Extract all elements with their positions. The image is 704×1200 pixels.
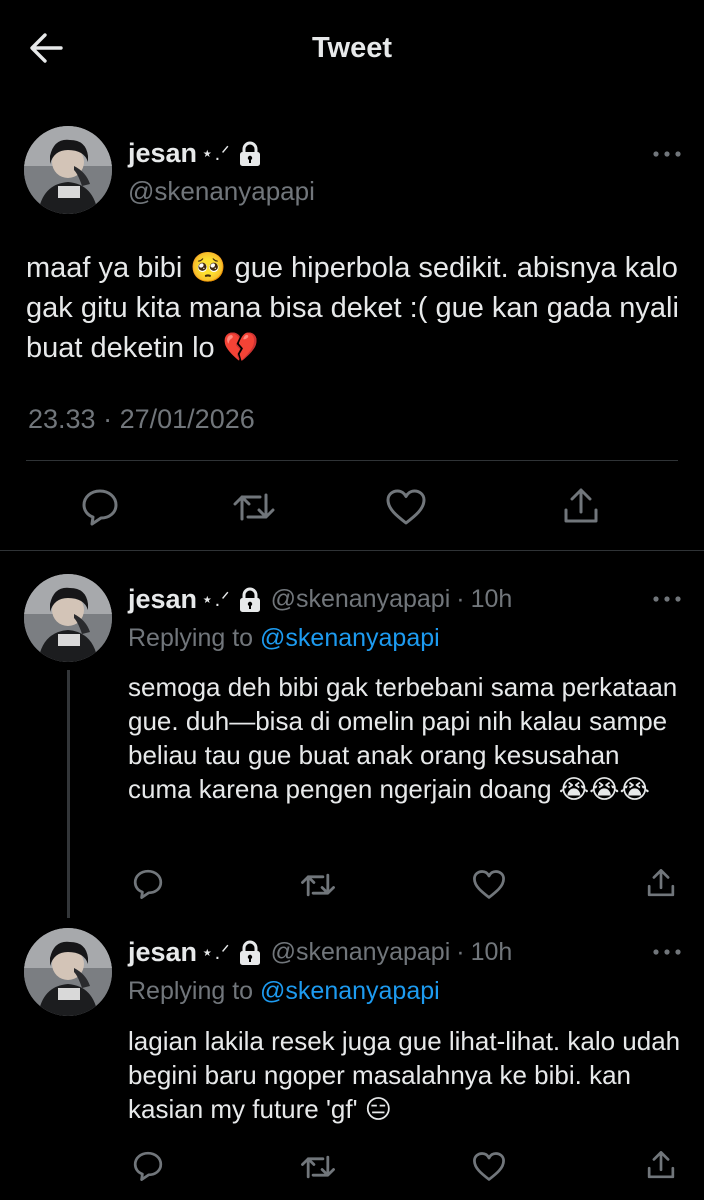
replying-mention[interactable]: @skenanyapapi bbox=[260, 624, 440, 652]
meta-separator: · bbox=[456, 938, 465, 966]
tweet-text: semoga deh bibi gak terbebani sama perka… bbox=[128, 672, 678, 804]
avatar-image bbox=[24, 928, 112, 1016]
more-horizontal-icon[interactable] bbox=[652, 947, 682, 957]
avatar-image bbox=[24, 574, 112, 662]
avatar[interactable] bbox=[24, 126, 112, 214]
page-title: Tweet bbox=[311, 32, 393, 64]
author-row: jesan ⋆.ᐟ @skenanyapapi · 10h bbox=[128, 584, 512, 615]
more-horizontal-icon[interactable] bbox=[652, 594, 682, 604]
thread-line bbox=[67, 670, 70, 918]
replying-to: Replying to @skenanyapapi bbox=[128, 977, 440, 1006]
author-display-name[interactable]: jesan bbox=[128, 937, 197, 968]
tweet-date: 27/01/2026 bbox=[119, 404, 255, 434]
tweet-time: 23.33 bbox=[28, 404, 96, 434]
name-decoration: ⋆.ᐟ bbox=[201, 942, 231, 964]
tweet-age[interactable]: 10h bbox=[471, 585, 513, 614]
author-row: jesan ⋆.ᐟ @skenanyapapi · 10h bbox=[128, 937, 512, 968]
lock-icon bbox=[239, 587, 260, 612]
avatar[interactable] bbox=[24, 928, 112, 1016]
author-handle[interactable]: @skenanyapapi bbox=[128, 176, 315, 207]
heart-icon[interactable] bbox=[472, 1151, 506, 1182]
meta-separator: · bbox=[456, 585, 465, 613]
more-horizontal-icon[interactable] bbox=[652, 149, 682, 159]
author-handle[interactable]: @skenanyapapi bbox=[271, 938, 451, 967]
reply-icon[interactable] bbox=[132, 868, 164, 900]
tweet-age[interactable]: 10h bbox=[471, 938, 513, 967]
heart-icon[interactable] bbox=[385, 488, 427, 526]
retweet-icon[interactable] bbox=[232, 489, 276, 525]
name-decoration: ⋆.ᐟ bbox=[201, 589, 231, 611]
divider bbox=[0, 550, 704, 551]
reply-icon[interactable] bbox=[80, 487, 120, 527]
retweet-icon[interactable] bbox=[300, 870, 336, 900]
replying-label: Replying to bbox=[128, 624, 254, 652]
author-display-name[interactable]: jesan bbox=[128, 584, 197, 615]
heart-icon[interactable] bbox=[472, 869, 506, 900]
timestamp-separator: · bbox=[103, 404, 113, 434]
tweet-text: lagian lakila resek juga gue lihat-lihat… bbox=[128, 1026, 681, 1124]
author-handle[interactable]: @skenanyapapi bbox=[271, 585, 451, 614]
replying-to: Replying to @skenanyapapi bbox=[128, 624, 440, 653]
name-decoration: ⋆.ᐟ bbox=[201, 143, 231, 165]
share-icon[interactable] bbox=[646, 867, 676, 899]
share-icon[interactable] bbox=[646, 1149, 676, 1181]
lock-icon bbox=[239, 940, 260, 965]
tweet-timestamp[interactable]: 23.33 · 27/01/2026 bbox=[28, 404, 255, 435]
author-row: jesan ⋆.ᐟ bbox=[128, 138, 261, 169]
divider bbox=[26, 460, 678, 461]
avatar-image bbox=[24, 126, 112, 214]
lock-icon bbox=[239, 141, 260, 166]
replying-label: Replying to bbox=[128, 977, 254, 1005]
top-bar: Tweet bbox=[0, 0, 704, 100]
tweet-text: maaf ya bibi 🥺 gue hiperbola sedikit. ab… bbox=[26, 252, 679, 364]
reply-icon[interactable] bbox=[132, 1150, 164, 1182]
avatar[interactable] bbox=[24, 574, 112, 662]
author-display-name[interactable]: jesan bbox=[128, 138, 197, 169]
retweet-icon[interactable] bbox=[300, 1152, 336, 1182]
share-icon[interactable] bbox=[562, 486, 600, 526]
replying-mention[interactable]: @skenanyapapi bbox=[260, 977, 440, 1005]
